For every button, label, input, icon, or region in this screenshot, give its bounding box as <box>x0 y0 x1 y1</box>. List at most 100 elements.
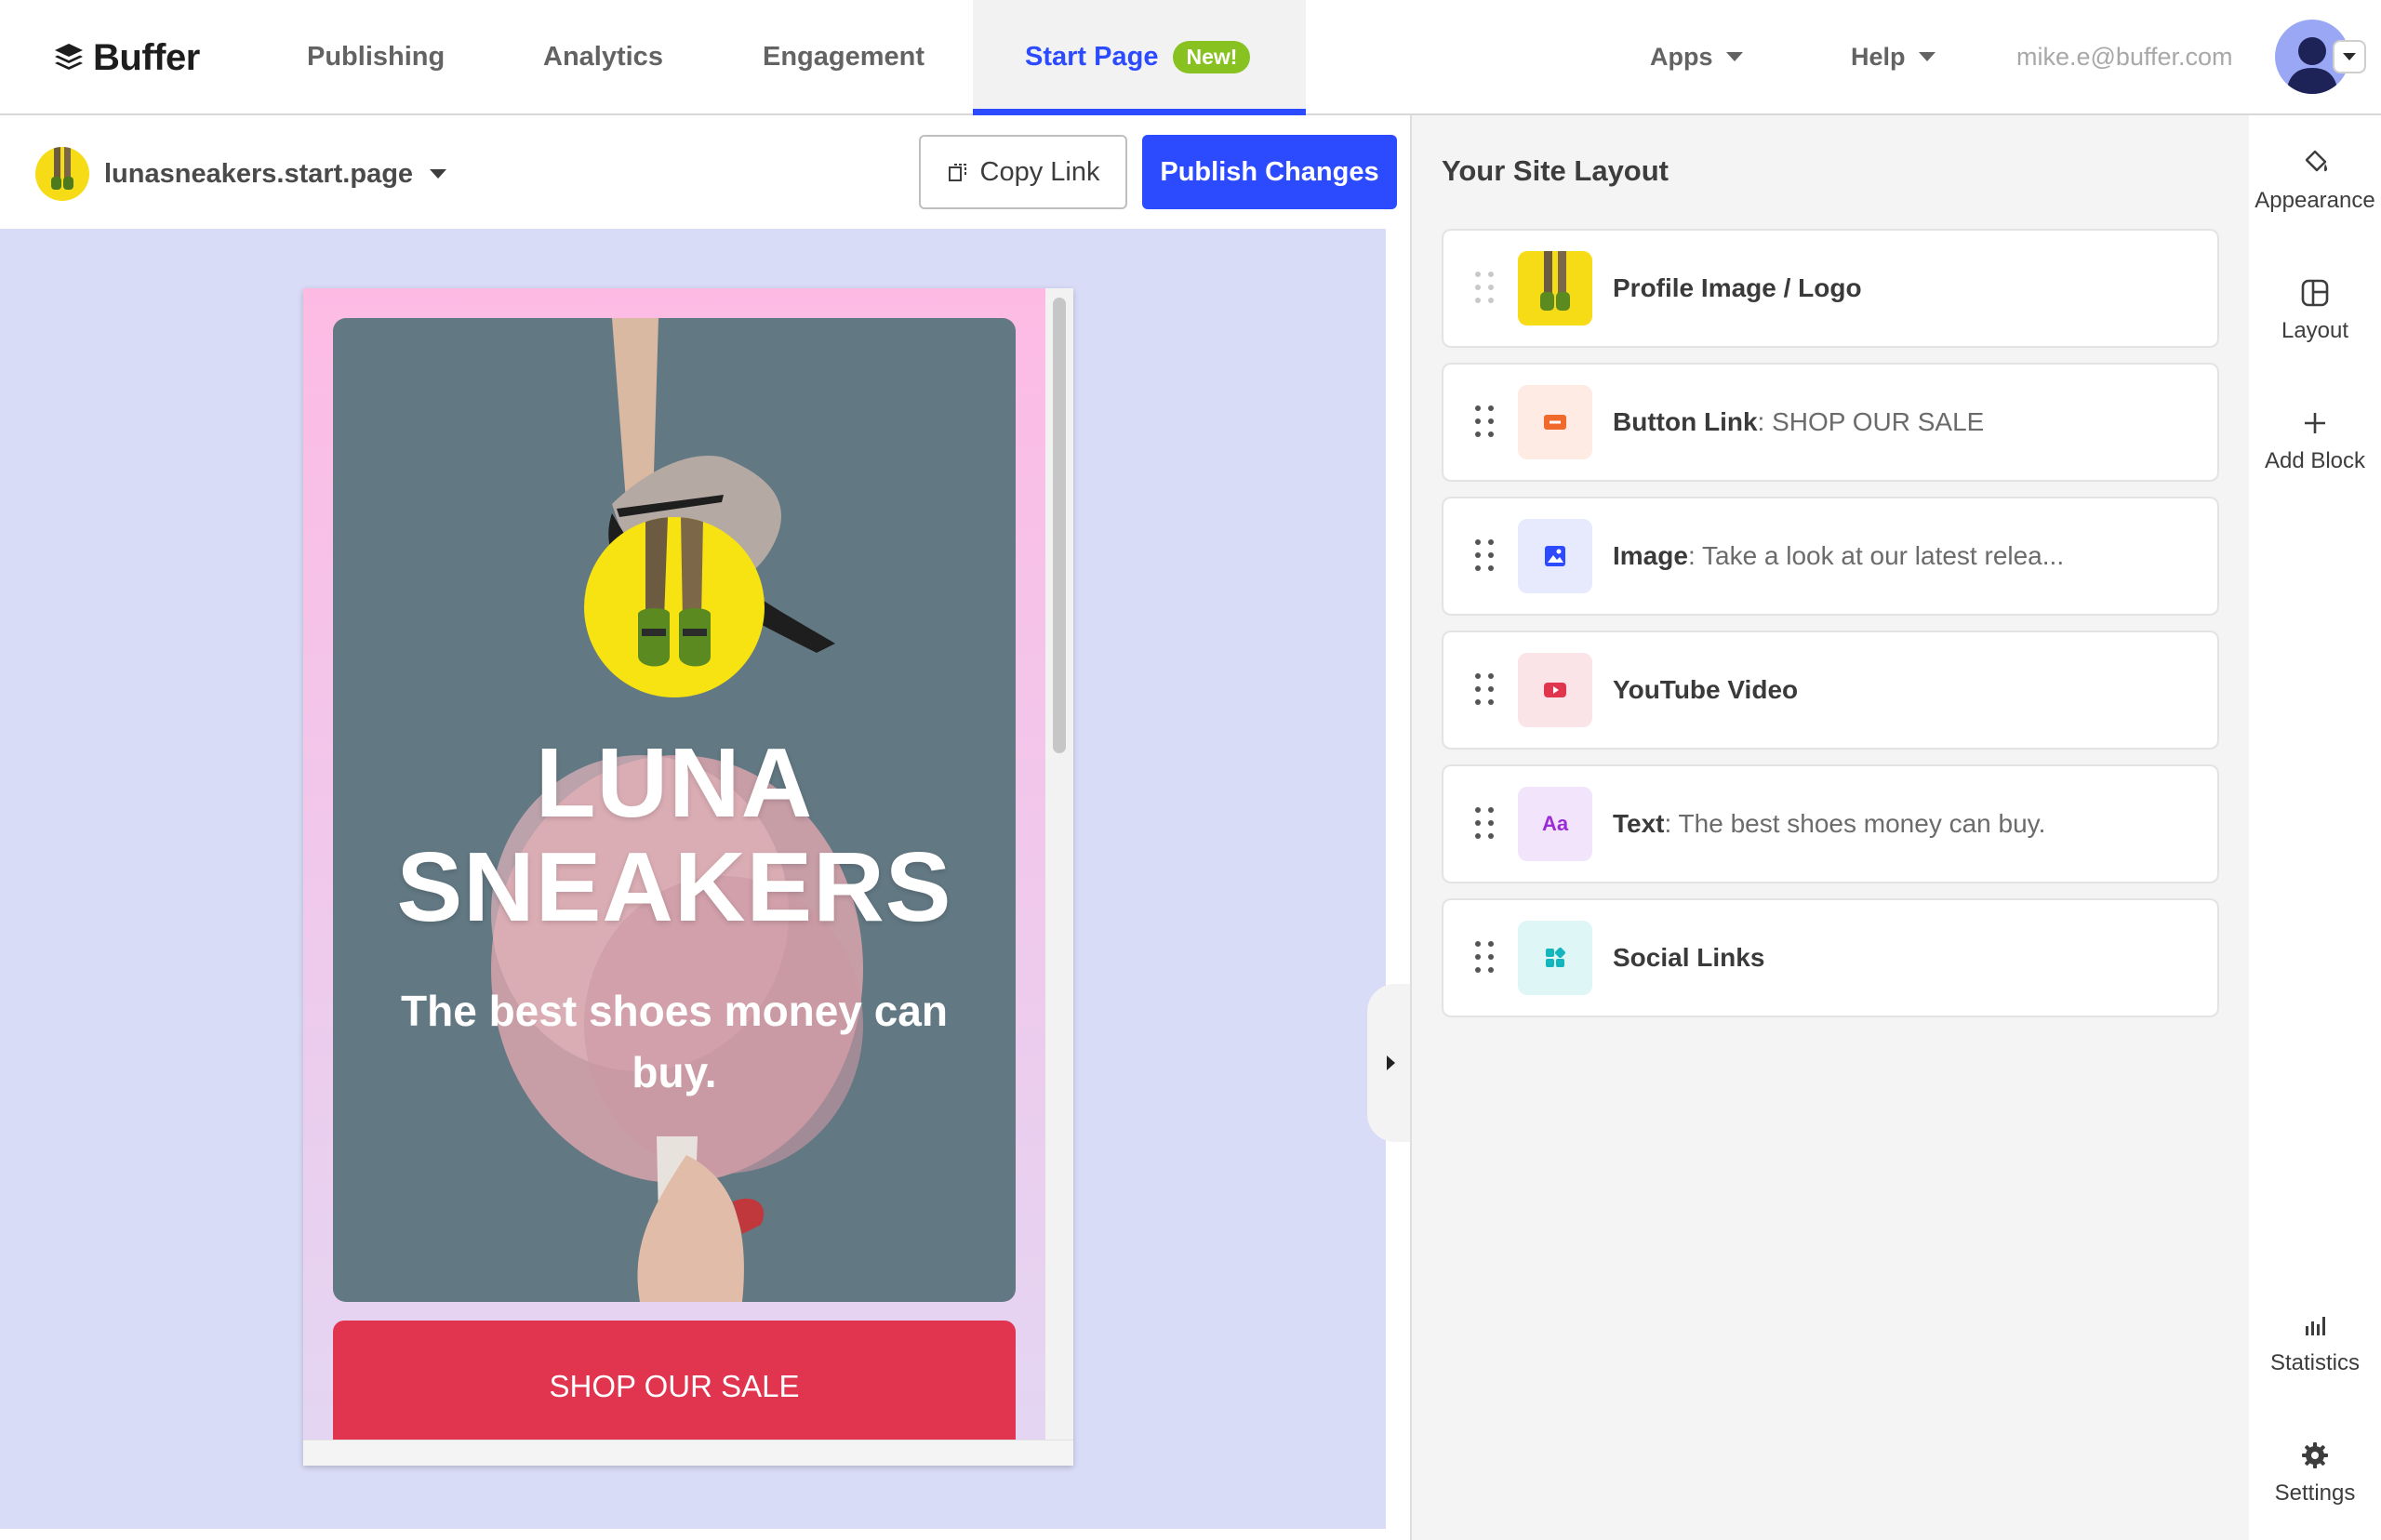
add-block-label: Add Block <box>2264 448 2366 473</box>
user-email: mike.e@buffer.com <box>2016 42 2233 71</box>
layout-label: Layout <box>2281 318 2349 343</box>
chevron-down-icon <box>2343 53 2356 60</box>
settings-tool[interactable]: Settings <box>2249 1408 2381 1538</box>
site-avatar <box>35 147 89 201</box>
chevron-down-icon <box>1725 52 1743 61</box>
drag-handle-icon[interactable] <box>1475 272 1494 307</box>
plus-icon <box>2305 413 2325 433</box>
buffer-logo[interactable]: Buffer <box>52 35 200 80</box>
block-name: Button Link <box>1613 407 1758 436</box>
block-name: Text <box>1613 809 1665 838</box>
buffer-logo-icon <box>55 44 83 70</box>
preview-canvas: LUNA SNEAKERS The best shoes money can b… <box>0 229 1414 1529</box>
social-links-icon <box>1518 921 1592 995</box>
copy-link-button[interactable]: Copy Link <box>919 135 1127 209</box>
brand-name: Buffer <box>93 36 200 78</box>
layout-tool[interactable]: Layout <box>2249 246 2381 376</box>
block-detail: : SHOP OUR SALE <box>1757 407 1985 436</box>
new-badge: New! <box>1173 40 1251 73</box>
block-name: Social Links <box>1613 943 1765 972</box>
copy-icon <box>948 164 966 181</box>
sneaker-legs-image <box>638 517 711 667</box>
top-navigation: Buffer Publishing Analytics Engagement S… <box>0 0 2381 115</box>
chevron-down-icon <box>430 169 447 179</box>
layout-block-social-links[interactable]: Social Links <box>1442 898 2219 1017</box>
block-label: Text : The best shoes money can buy. <box>1613 766 2045 882</box>
button-link-glyph <box>1544 415 1566 430</box>
preview-bottom-bar <box>303 1440 1073 1466</box>
site-layout-panel: Your Site Layout Profile Image / Logo Bu… <box>1410 115 2249 1540</box>
block-label: Profile Image / Logo <box>1613 231 1862 346</box>
nav-start-page[interactable]: Start Page New! <box>973 0 1306 115</box>
editor-toolbar: lunasneakers.start.page Copy Link Publis… <box>0 115 1410 229</box>
apps-dropdown[interactable]: Apps <box>1650 0 1743 113</box>
youtube-glyph <box>1544 683 1566 697</box>
help-dropdown[interactable]: Help <box>1851 0 1935 113</box>
layout-block-profile-image[interactable]: Profile Image / Logo <box>1442 229 2219 348</box>
sneaker-legs-image <box>51 147 73 190</box>
hero-title: LUNA SNEAKERS <box>333 731 1016 939</box>
apps-label: Apps <box>1650 42 1713 71</box>
block-label: YouTube Video <box>1613 632 1798 748</box>
appearance-tool[interactable]: Appearance <box>2249 115 2381 246</box>
layout-block-youtube-video[interactable]: YouTube Video <box>1442 631 2219 750</box>
layout-block-button-link[interactable]: Button Link : SHOP OUR SALE <box>1442 363 2219 482</box>
drag-handle-icon[interactable] <box>1475 673 1494 709</box>
drag-handle-icon[interactable] <box>1475 539 1494 575</box>
chevron-down-icon <box>1918 52 1935 61</box>
block-name: YouTube Video <box>1613 675 1799 704</box>
drag-handle-icon[interactable] <box>1475 807 1494 843</box>
nav-engagement[interactable]: Engagement <box>763 0 924 113</box>
shop-our-sale-button[interactable]: SHOP OUR SALE <box>333 1321 1016 1451</box>
youtube-icon <box>1518 653 1592 727</box>
panel-title: Your Site Layout <box>1442 154 1669 187</box>
block-label: Button Link : SHOP OUR SALE <box>1613 365 1984 480</box>
account-menu-button[interactable] <box>2333 40 2366 73</box>
layout-block-image[interactable]: Image : Take a look at our latest relea.… <box>1442 497 2219 616</box>
nav-analytics[interactable]: Analytics <box>543 0 663 113</box>
hero-subtitle: The best shoes money can buy. <box>401 987 948 1096</box>
layout-icon <box>2301 279 2329 307</box>
page-preview[interactable]: LUNA SNEAKERS The best shoes money can b… <box>303 288 1073 1466</box>
preview-scrollbar[interactable] <box>1045 288 1073 1440</box>
layout-block-text[interactable]: Aa Text : The best shoes money can buy. <box>1442 764 2219 883</box>
profile-image-thumbnail <box>1518 251 1592 325</box>
sneaker-legs-image <box>1540 251 1570 311</box>
social-links-glyph <box>1546 947 1566 967</box>
preview-scrollbar-thumb[interactable] <box>1053 298 1066 753</box>
hero-title-line-1: LUNA <box>535 728 814 838</box>
button-link-icon <box>1518 385 1592 459</box>
hero-image-block[interactable]: LUNA SNEAKERS The best shoes money can b… <box>333 318 1016 1302</box>
chevron-right-icon <box>1386 1055 1395 1070</box>
settings-label: Settings <box>2274 1480 2356 1506</box>
bar-chart-icon <box>2306 1317 2325 1335</box>
block-detail: : The best shoes money can buy. <box>1664 809 2046 838</box>
site-selector[interactable]: lunasneakers.start.page <box>104 153 447 195</box>
block-name: Profile Image / Logo <box>1613 273 1862 302</box>
editor-side-toolbar: Appearance Layout Add Block Statistics S… <box>2249 115 2381 1540</box>
gear-icon <box>2302 1442 2328 1468</box>
block-label: Social Links <box>1613 900 1764 1016</box>
block-label: Image : Take a look at our latest relea.… <box>1613 498 2064 614</box>
add-block-tool[interactable]: Add Block <box>2249 376 2381 506</box>
block-detail: : Take a look at our latest relea... <box>1687 541 2065 570</box>
text-glyph: Aa <box>1541 812 1569 835</box>
hero-title-line-2: SNEAKERS <box>396 832 952 942</box>
block-name: Image <box>1613 541 1688 570</box>
profile-logo-image <box>584 517 765 697</box>
site-name-label: lunasneakers.start.page <box>104 158 414 189</box>
appearance-label: Appearance <box>2255 188 2375 213</box>
drag-handle-icon[interactable] <box>1475 941 1494 976</box>
statistics-label: Statistics <box>2269 1350 2361 1375</box>
image-icon <box>1518 519 1592 593</box>
drag-handle-icon[interactable] <box>1475 405 1494 441</box>
publish-changes-button[interactable]: Publish Changes <box>1142 135 1397 209</box>
copy-link-label: Copy Link <box>979 156 1100 187</box>
collapse-panel-toggle[interactable] <box>1367 984 1414 1142</box>
nav-start-page-label: Start Page <box>1025 41 1159 72</box>
help-label: Help <box>1851 42 1906 71</box>
paint-bucket-icon <box>2305 150 2328 172</box>
nav-publishing[interactable]: Publishing <box>307 0 445 113</box>
statistics-tool[interactable]: Statistics <box>2249 1278 2381 1408</box>
image-glyph <box>1545 546 1565 566</box>
